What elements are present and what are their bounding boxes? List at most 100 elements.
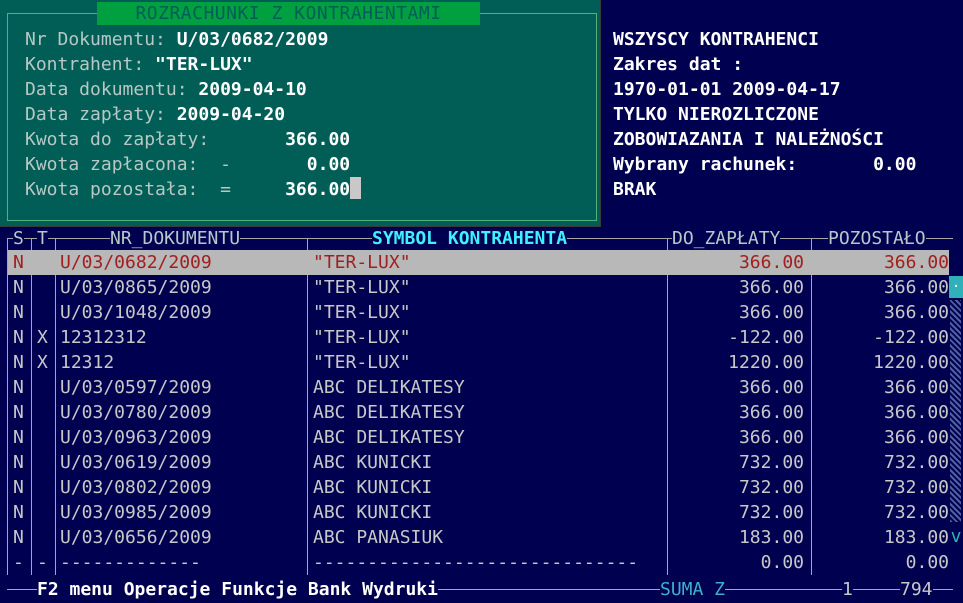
cell-s: N <box>13 477 24 498</box>
cell-nr-dokumentu: U/03/1048/2009 <box>60 302 212 323</box>
panel-title: ROZRACHUNKI Z KONTRAHENTAMI <box>97 2 480 25</box>
scroll-down-arrow-icon[interactable]: v <box>949 524 963 549</box>
cell-s: N <box>13 402 24 423</box>
table-row[interactable]: N U/03/0656/2009 ABC PANASIUK 183.00 183.00 <box>8 525 949 550</box>
scroll-track[interactable] <box>950 300 961 522</box>
cell-do-zaplaty: -122.00 <box>728 327 804 348</box>
footer-do-zaplaty: 0.00 <box>760 552 804 573</box>
cell-do-zaplaty: 366.00 <box>738 252 804 273</box>
cell-nr-dokumentu: U/03/0619/2009 <box>60 452 212 473</box>
kwota-do-zaplaty-line: Kwota do zapłaty: 366.00 <box>25 127 350 152</box>
data-dokumentu-line: Data dokumentu: 2009-04-10 <box>25 77 307 102</box>
table-row[interactable]: N X 12312 "TER-LUX" 1220.00 1220.00 <box>8 350 949 375</box>
nr-dokumentu-line: Nr Dokumentu: U/03/0682/2009 <box>25 27 328 52</box>
footer-nr: ------------- <box>60 552 201 573</box>
cell-s: N <box>13 277 24 298</box>
cell-do-zaplaty: 1220.00 <box>728 352 804 373</box>
cell-do-zaplaty: 366.00 <box>738 302 804 323</box>
cell-s: N <box>13 527 24 548</box>
cell-pozostalo: 366.00 <box>883 402 949 423</box>
table-footer-row: - - ------------- ----------------------… <box>8 550 949 575</box>
suma-label: SUMA Z <box>660 577 726 603</box>
cell-s: N <box>13 452 24 473</box>
cell-do-zaplaty: 732.00 <box>738 477 804 498</box>
table-row[interactable]: N U/03/1048/2009 "TER-LUX" 366.00 366.00 <box>8 300 949 325</box>
info-line-7: BRAK <box>613 179 657 200</box>
cell-nr-dokumentu: U/03/0656/2009 <box>60 527 212 548</box>
table-row-selected[interactable]: N U/03/0682/2009 "TER-LUX" 366.00 366.00 <box>8 250 949 275</box>
cell-pozostalo: 732.00 <box>883 502 949 523</box>
header-s[interactable]: S <box>13 228 24 250</box>
table-row[interactable]: N U/03/0963/2009 ABC DELIKATESY 366.00 366.0… <box>8 425 949 450</box>
cell-nr-dokumentu: U/03/0597/2009 <box>60 377 212 398</box>
status-bar: F2 menu Operacje Funkcje Bank Wydruki SU… <box>0 577 963 603</box>
scrollbar[interactable]: · v <box>949 250 963 550</box>
cell-nr-dokumentu: U/03/0802/2009 <box>60 477 212 498</box>
cell-nr-dokumentu: 12312 <box>60 352 115 373</box>
footer-s: - <box>13 552 24 573</box>
table-row[interactable]: N X 12312312 "TER-LUX" -122.00 -122.00 <box>8 325 949 350</box>
cell-nr-dokumentu: U/03/0780/2009 <box>60 402 212 423</box>
kontrahent-line: Kontrahent: "TER-LUX" <box>25 52 253 77</box>
cell-s: N <box>13 327 24 348</box>
kwota-pozostala-value[interactable]: 366.00 <box>285 179 350 200</box>
cell-symbol: "TER-LUX" <box>313 277 411 298</box>
cell-do-zaplaty: 366.00 <box>738 402 804 423</box>
scroll-thumb[interactable]: · <box>949 276 963 298</box>
cell-pozostalo: -122.00 <box>873 327 949 348</box>
cell-pozostalo: 366.00 <box>883 427 949 448</box>
cell-symbol: "TER-LUX" <box>313 302 411 323</box>
page-number: 1 <box>842 577 853 603</box>
kwota-zaplacona-label: Kwota zapłacona: - <box>25 154 307 175</box>
info-line-5: ZOBOWIAZANIA I NALEŻNOŚCI <box>613 129 884 150</box>
info-line-3: 1970-01-01 2009-04-17 <box>613 79 841 100</box>
data-zaplaty-label: Data zapłaty: <box>25 104 177 125</box>
filter-info: WSZYSCY KONTRAHENCI Zakres dat : 1970-01… <box>613 27 916 202</box>
cell-pozostalo: 366.00 <box>883 277 949 298</box>
cell-do-zaplaty: 366.00 <box>738 377 804 398</box>
text-cursor <box>350 177 362 199</box>
table-row[interactable]: N U/03/0619/2009 ABC KUNICKI 732.00 732.00 <box>8 450 949 475</box>
cell-nr-dokumentu: U/03/0865/2009 <box>60 277 212 298</box>
cell-do-zaplaty: 366.00 <box>738 277 804 298</box>
cell-symbol: ABC DELIKATESY <box>313 402 465 423</box>
table-row[interactable]: N U/03/0865/2009 "TER-LUX" 366.00 366.00 <box>8 275 949 300</box>
header-nr-dokumentu[interactable]: NR_DOKUMENTU <box>110 228 241 250</box>
cell-symbol: "TER-LUX" <box>313 327 411 348</box>
cell-symbol: "TER-LUX" <box>313 352 411 373</box>
total-count: 794 <box>900 577 933 603</box>
table-row[interactable]: N U/03/0780/2009 ABC DELIKATESY 366.00 366.0… <box>8 400 949 425</box>
cell-s: N <box>13 427 24 448</box>
data-dokumentu-label: Data dokumentu: <box>25 79 199 100</box>
table-row[interactable]: N U/03/0597/2009 ABC DELIKATESY 366.00 366.0… <box>8 375 949 400</box>
table-row[interactable]: N U/03/0985/2009 ABC KUNICKI 732.00 732.00 <box>8 500 949 525</box>
cell-s: N <box>13 252 24 273</box>
cell-do-zaplaty: 366.00 <box>738 427 804 448</box>
data-dokumentu-value: 2009-04-10 <box>198 79 307 100</box>
header-do-zaplaty[interactable]: DO_ZAPŁATY <box>672 228 781 250</box>
header-symbol-kontrahenta[interactable]: SYMBOL KONTRAHENTA <box>372 228 568 250</box>
scroll-up-marker: · <box>951 279 961 295</box>
header-pozostalo[interactable]: POZOSTAŁO <box>828 228 926 250</box>
cell-nr-dokumentu: U/03/0985/2009 <box>60 502 212 523</box>
cell-do-zaplaty: 183.00 <box>738 527 804 548</box>
cell-s: N <box>13 377 24 398</box>
info-line-2: Zakres dat : <box>613 54 744 75</box>
info-line-4: TYLKO NIEROZLICZONE <box>613 104 819 125</box>
cell-symbol: ABC DELIKATESY <box>313 377 465 398</box>
menu-bar[interactable]: F2 menu Operacje Funkcje Bank Wydruki <box>37 577 438 603</box>
kwota-pozostala-line[interactable]: Kwota pozostała: = 366.00 <box>25 177 362 202</box>
cell-pozostalo: 732.00 <box>883 477 949 498</box>
cell-nr-dokumentu: U/03/0682/2009 <box>60 252 212 273</box>
cell-symbol: ABC KUNICKI <box>313 477 433 498</box>
cell-pozostalo: 366.00 <box>883 252 949 273</box>
cell-do-zaplaty: 732.00 <box>738 502 804 523</box>
header-t[interactable]: T <box>37 228 48 250</box>
footer-t: - <box>37 552 48 573</box>
table-row[interactable]: N U/03/0802/2009 ABC KUNICKI 732.00 732.00 <box>8 475 949 500</box>
cell-s: N <box>13 352 24 373</box>
kwota-zaplacona-line: Kwota zapłacona: - 0.00 <box>25 152 350 177</box>
kwota-do-zaplaty-value: 366.00 <box>285 129 351 150</box>
footer-pozostalo: 0.00 <box>905 552 949 573</box>
cell-pozostalo: 366.00 <box>883 302 949 323</box>
